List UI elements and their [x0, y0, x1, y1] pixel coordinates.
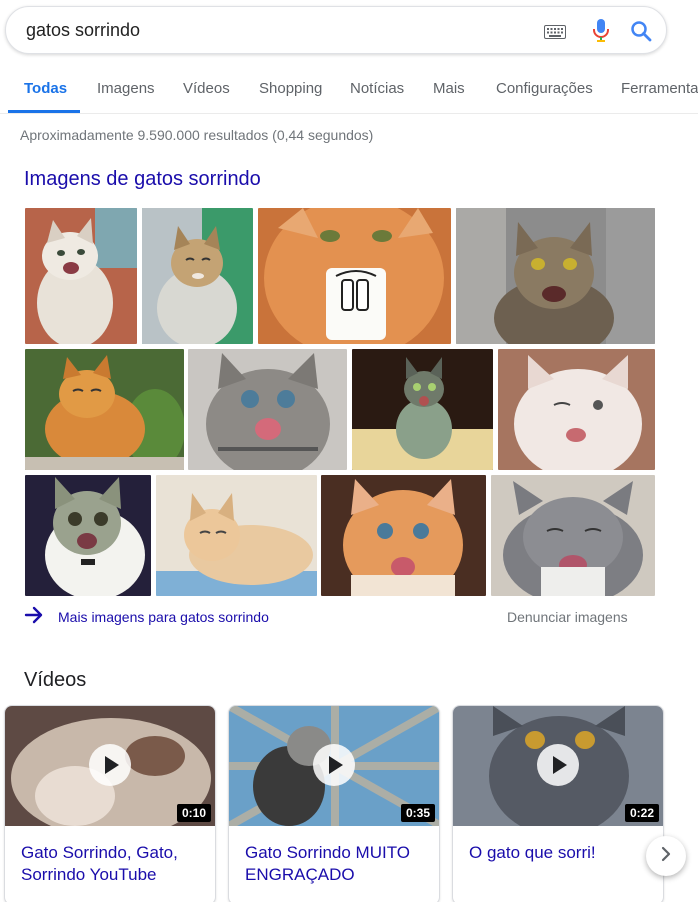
- report-images-link[interactable]: Denunciar imagens: [507, 609, 628, 625]
- tab-noticias[interactable]: Notícias: [350, 80, 404, 97]
- tab-imagens[interactable]: Imagens: [97, 80, 155, 97]
- video-thumbnail[interactable]: 0:22: [453, 706, 663, 826]
- tab-shopping[interactable]: Shopping: [259, 80, 322, 97]
- tabs-divider: [0, 113, 698, 114]
- keyboard-icon[interactable]: [544, 25, 566, 44]
- video-title[interactable]: Gato Sorrindo MUITO ENGRAÇADO: [229, 826, 439, 886]
- search-box[interactable]: gatos sorrindo: [5, 6, 667, 54]
- image-result[interactable]: [156, 475, 317, 596]
- video-title[interactable]: O gato que sorri!: [453, 826, 663, 864]
- tab-ferramentas[interactable]: Ferramentas: [621, 80, 698, 97]
- image-result[interactable]: [456, 208, 655, 344]
- search-tabs: Todas Imagens Vídeos Shopping Notícias M…: [0, 80, 698, 114]
- chevron-right-icon: [660, 846, 672, 867]
- tab-mais[interactable]: Mais: [433, 80, 465, 97]
- video-thumbnail[interactable]: 0:35: [229, 706, 439, 826]
- tab-todas[interactable]: Todas: [24, 80, 67, 97]
- image-result[interactable]: [491, 475, 655, 596]
- play-icon[interactable]: [537, 744, 579, 786]
- image-result[interactable]: [258, 208, 451, 344]
- play-icon[interactable]: [89, 744, 131, 786]
- image-result[interactable]: [188, 349, 347, 470]
- more-images-label: Mais imagens para gatos sorrindo: [58, 608, 269, 625]
- image-result[interactable]: [142, 208, 253, 344]
- image-result[interactable]: [25, 475, 151, 596]
- video-duration: 0:22: [624, 804, 659, 822]
- image-result[interactable]: [321, 475, 486, 596]
- video-card[interactable]: 0:10 Gato Sorrindo, Gato, Sorrindo YouTu…: [4, 705, 216, 902]
- image-result[interactable]: [25, 349, 184, 470]
- video-title[interactable]: Gato Sorrindo, Gato, Sorrindo YouTube: [5, 826, 215, 886]
- image-result[interactable]: [25, 208, 137, 344]
- tab-videos[interactable]: Vídeos: [183, 80, 230, 97]
- videos-heading: Vídeos: [24, 669, 87, 691]
- video-card[interactable]: 0:35 Gato Sorrindo MUITO ENGRAÇADO: [228, 705, 440, 902]
- image-result[interactable]: [352, 349, 493, 470]
- next-videos-button[interactable]: [646, 836, 686, 876]
- image-result[interactable]: [498, 349, 655, 470]
- arrow-right-icon: [24, 606, 44, 627]
- play-icon[interactable]: [313, 744, 355, 786]
- video-thumbnail[interactable]: 0:10: [5, 706, 215, 826]
- tab-configuracoes[interactable]: Configurações: [496, 80, 593, 97]
- video-card[interactable]: 0:22 O gato que sorri!: [452, 705, 664, 902]
- result-stats: Aproximadamente 9.590.000 resultados (0,…: [20, 127, 374, 143]
- search-input[interactable]: gatos sorrindo: [26, 20, 140, 41]
- search-icon[interactable]: [630, 20, 652, 47]
- more-images-link[interactable]: Mais imagens para gatos sorrindo: [24, 606, 269, 627]
- video-duration: 0:35: [400, 804, 435, 822]
- images-heading[interactable]: Imagens de gatos sorrindo: [24, 168, 261, 191]
- video-duration: 0:10: [176, 804, 211, 822]
- microphone-icon[interactable]: [592, 19, 610, 48]
